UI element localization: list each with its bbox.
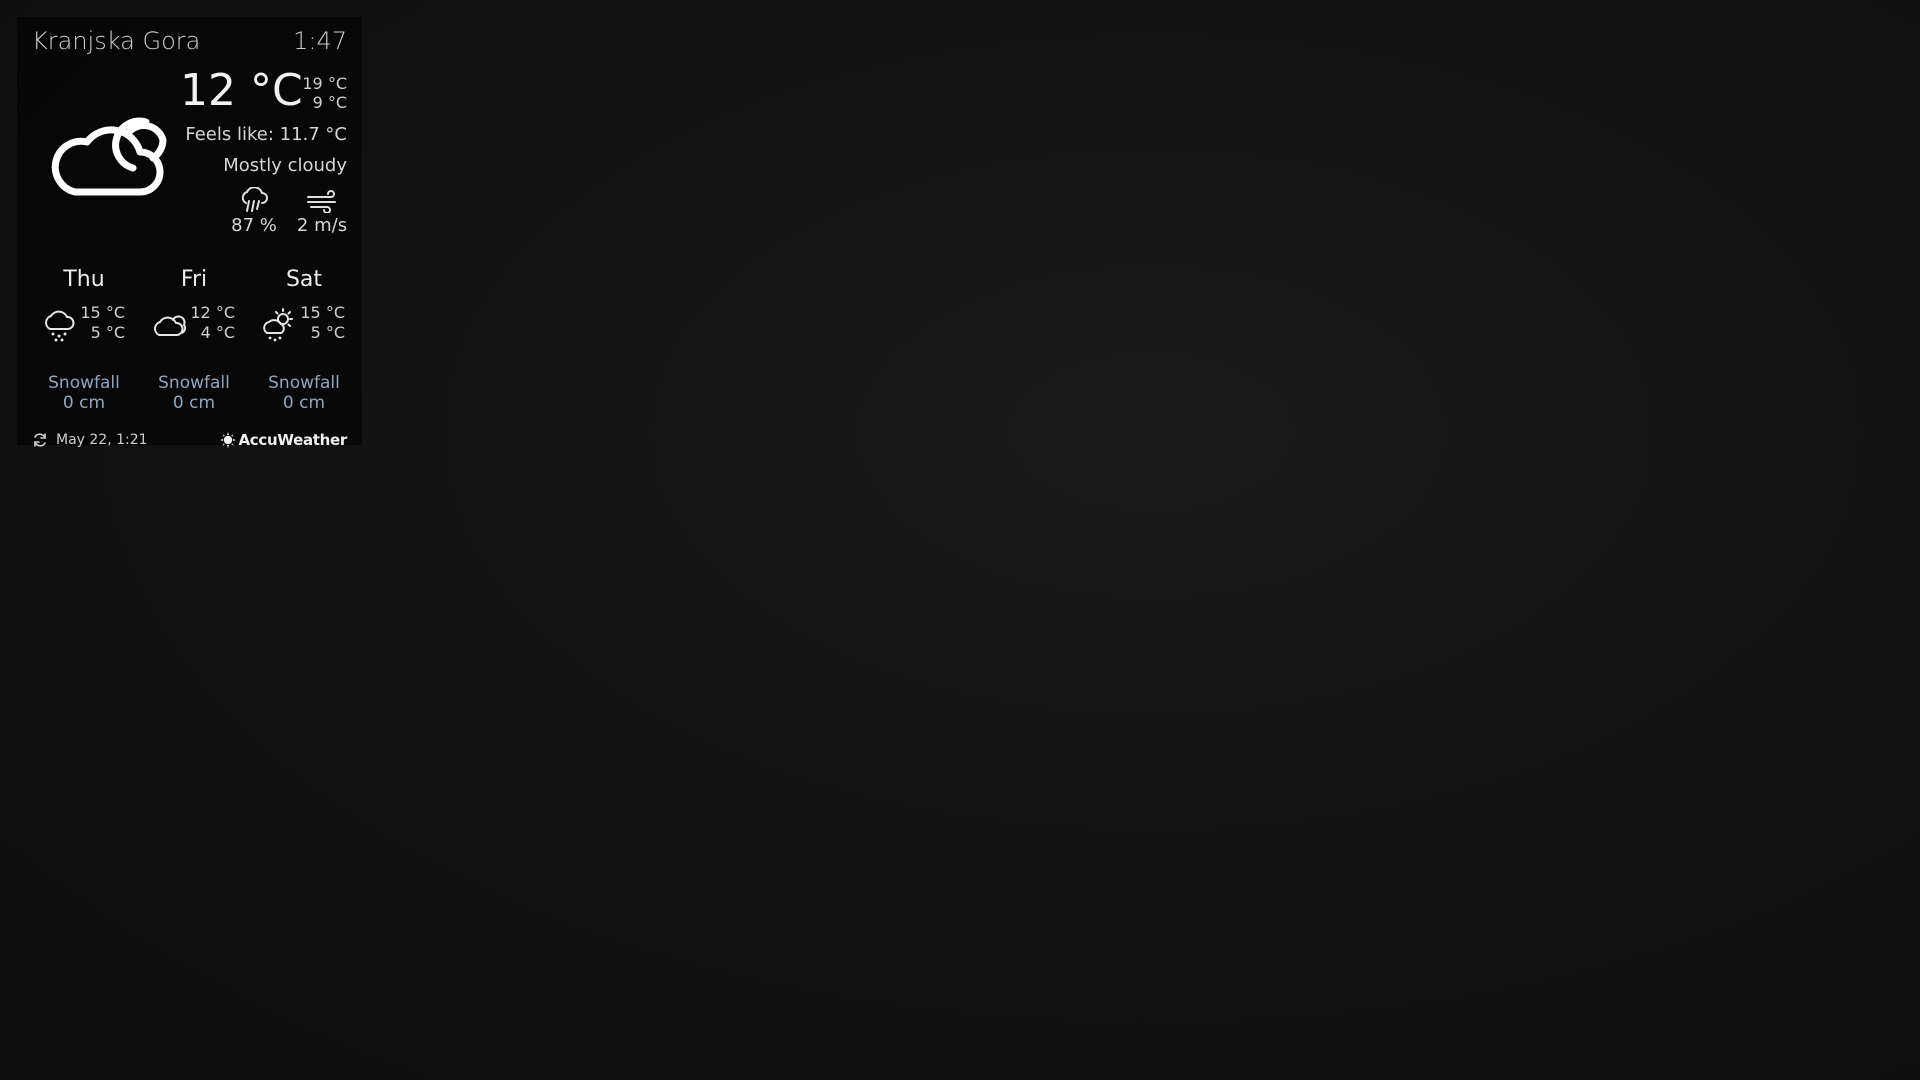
forecast-day: Thu 15 °C 5 °C Snowfall 0 cm — [29, 267, 139, 417]
snowfall-value: 0 cm — [172, 393, 216, 413]
snowfall-value: 0 cm — [62, 393, 106, 413]
forecast-temps: 15 °C 5 °C — [80, 303, 125, 343]
snowfall-label: Snowfall — [48, 373, 120, 393]
last-updated: May 22, 1:21 — [32, 432, 148, 448]
forecast-day-name: Fri — [180, 267, 208, 292]
feels-like: Feels like: 11.7 °C — [185, 124, 347, 145]
widget-header: Kranjska Gora 1:47 — [32, 27, 347, 55]
snow-cloud-icon — [45, 310, 75, 342]
sun-cloud-rain-icon — [263, 308, 293, 342]
precipitation-metric: 87 % — [224, 187, 284, 236]
sun-logo-icon — [219, 432, 236, 448]
forecast-high: 15 °C — [300, 303, 345, 322]
weather-widget: Kranjska Gora 1:47 12 °C 19 °C 9 °C Feel… — [17, 17, 362, 449]
brand-name: AccuWeather — [238, 431, 348, 449]
temperature-range: 19 °C 9 °C — [302, 74, 347, 112]
forecast-high: 12 °C — [190, 303, 235, 322]
snowfall-label: Snowfall — [268, 373, 340, 393]
forecast-day-name: Thu — [63, 267, 105, 292]
current-temperature: 12 °C — [180, 65, 303, 116]
accuweather-logo[interactable]: AccuWeather — [219, 431, 348, 449]
wind-icon — [307, 190, 336, 213]
forecast-day: Fri 12 °C 4 °C Snowfall 0 cm — [139, 267, 249, 417]
forecast-temps: 15 °C 5 °C — [300, 303, 345, 343]
low-temperature: 9 °C — [312, 93, 347, 112]
forecast-low: 5 °C — [310, 323, 345, 342]
forecast-temps: 12 °C 4 °C — [190, 303, 235, 343]
wind-metric: 2 m/s — [292, 187, 352, 236]
widget-footer: May 22, 1:21 AccuWeather — [32, 431, 347, 449]
forecast-snowfall: Snowfall 0 cm — [249, 373, 359, 413]
high-temperature: 19 °C — [302, 74, 347, 93]
last-updated-time: May 22, 1:21 — [56, 432, 148, 448]
forecast-snowfall: Snowfall 0 cm — [29, 373, 139, 413]
wind-value: 2 m/s — [296, 215, 348, 236]
cloud-icon — [154, 315, 187, 336]
condition-text: Mostly cloudy — [223, 155, 347, 176]
snowfall-value: 0 cm — [282, 393, 326, 413]
cloud-moon-icon — [51, 117, 167, 196]
refresh-icon[interactable] — [32, 432, 48, 448]
forecast-high: 15 °C — [80, 303, 125, 322]
snowfall-label: Snowfall — [158, 373, 230, 393]
current-time: 1:47 — [293, 27, 347, 55]
forecast-day-name: Sat — [285, 267, 323, 292]
forecast-day: Sat 15 °C 5 °C Snowfall 0 cm — [249, 267, 359, 417]
location-name: Kranjska Gora — [32, 27, 201, 55]
forecast-list: Thu 15 °C 5 °C Snowfall 0 cm Fri 12 °C 4… — [29, 267, 359, 417]
forecast-snowfall: Snowfall 0 cm — [139, 373, 249, 413]
forecast-low: 4 °C — [200, 323, 235, 342]
forecast-low: 5 °C — [90, 323, 125, 342]
precipitation-value: 87 % — [231, 215, 277, 236]
rain-cloud-icon — [241, 187, 268, 212]
